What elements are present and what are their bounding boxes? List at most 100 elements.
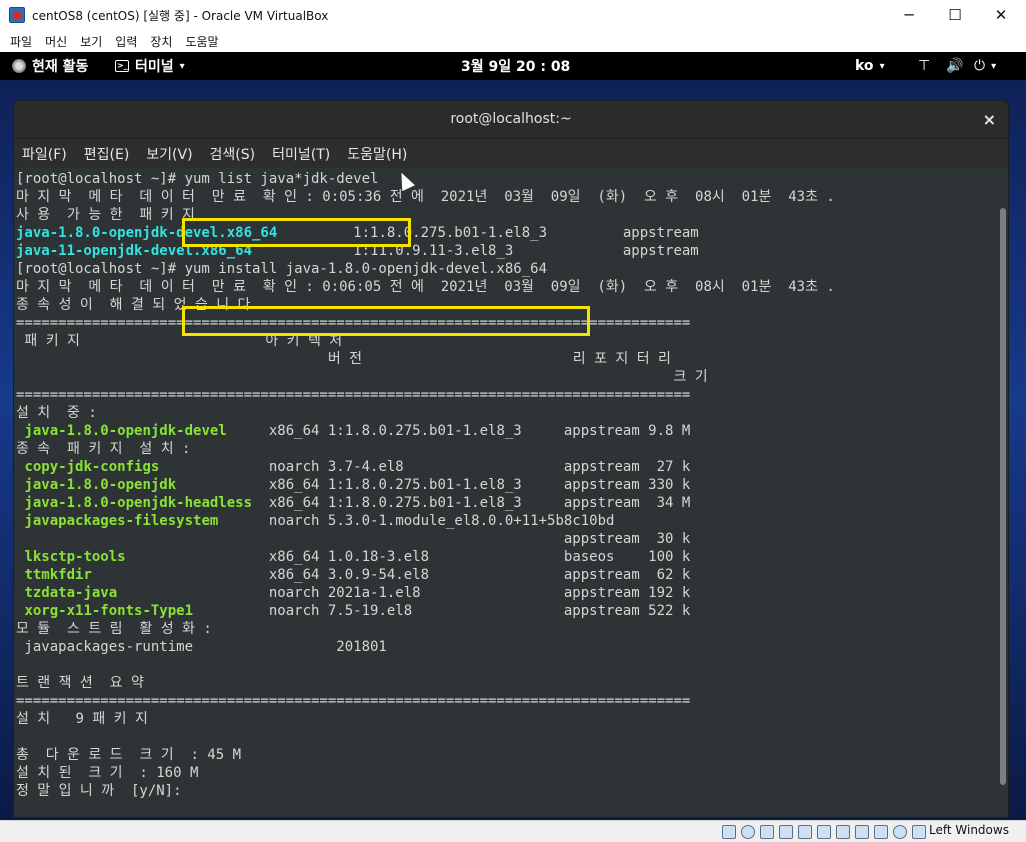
terminal-window[interactable]: root@localhost:~ × 파일(F) 편집(E) 보기(V) 검색(… — [13, 100, 1009, 818]
menu-input[interactable]: 입력 — [115, 33, 137, 50]
menu-view[interactable]: 보기 — [80, 33, 102, 50]
terminal-line: copy-jdk-configs noarch 3.7-4.el8 appstr… — [16, 458, 835, 476]
menu-machine[interactable]: 머신 — [45, 33, 67, 50]
network-adapter-icon[interactable] — [779, 825, 793, 839]
clock[interactable]: 3월 9일 20 : 08 — [461, 52, 570, 80]
terminal-text: x86_64 1:1.8.0.275.b01-1.el8_3 appstream… — [226, 423, 691, 439]
terminal-close-button[interactable]: × — [983, 110, 996, 129]
scrollbar-thumb[interactable] — [1000, 208, 1006, 785]
terminal-text: javapackages-runtime 201801 — [16, 639, 387, 655]
terminal-line: 마 지 막 메 타 데 이 터 만 료 확 인 : 0:05:36 전 에 20… — [16, 188, 835, 206]
terminal-text: 설 치 9 패 키 지 — [16, 711, 148, 727]
app-menu-terminal[interactable]: >_ 터미널 ▾ — [115, 52, 185, 80]
chevron-down-icon: ▾ — [179, 60, 185, 72]
terminal-text: 설 치 된 크 기 : 160 M — [16, 765, 199, 781]
terminal-menubar: 파일(F) 편집(E) 보기(V) 검색(S) 터미널(T) 도움말(H) — [14, 140, 1008, 168]
terminal-line: xorg-x11-fonts-Type1 noarch 7.5-19.el8 a… — [16, 602, 835, 620]
package-name: java-1.8.0-openjdk-devel — [24, 423, 227, 439]
terminal-text: ========================================… — [16, 387, 691, 403]
terminal-line: 정 말 입 니 까 [y/N]: — [16, 782, 835, 800]
terminal-line: lksctp-tools x86_64 1.0.18-3.el8 baseos … — [16, 548, 835, 566]
term-menu-terminal[interactable]: 터미널(T) — [272, 144, 330, 164]
hard-disk-icon[interactable] — [722, 825, 736, 839]
input-method-button[interactable]: ko ▾ — [855, 52, 885, 80]
terminal-line: 총 다 운 로 드 크 기 : 45 M — [16, 746, 835, 764]
terminal-text: 마 지 막 메 타 데 이 터 만 료 확 인 : 0:06:05 전 에 20… — [16, 279, 835, 295]
terminal-line: 사 용 가 능 한 패 키 지 — [16, 206, 835, 224]
recording-icon[interactable] — [855, 825, 869, 839]
terminal-lines: [root@localhost ~]# yum list java*jdk-de… — [16, 170, 835, 800]
terminal-text: noarch 5.3.0-1.module_el8.0.0+11+5b8c10b… — [218, 513, 615, 529]
term-menu-help[interactable]: 도움말(H) — [347, 144, 407, 164]
terminal-text: [root@localhost ~]# yum list java*jdk-de… — [16, 171, 379, 187]
guest-display[interactable]: 현재 활동 >_ 터미널 ▾ 3월 9일 20 : 08 ko ▾ ⊤ 🔊 ⏻ … — [0, 52, 1026, 820]
terminal-title: root@localhost:~ — [450, 111, 572, 127]
terminal-text: 트 랜 잭 션 요 약 — [16, 675, 144, 691]
display-icon[interactable] — [836, 825, 850, 839]
terminal-line: 설 치 중 : — [16, 404, 835, 422]
terminal-line: 종 속 패 키 지 설 치 : — [16, 440, 835, 458]
terminal-text: x86_64 1:1.8.0.275.b01-1.el8_3 appstream… — [176, 477, 691, 493]
host-key-indicator-icon[interactable] — [912, 825, 926, 839]
terminal-line: tzdata-java noarch 2021a-1.el8 appstream… — [16, 584, 835, 602]
terminal-line: 크 기 — [16, 368, 835, 386]
terminal-line: [root@localhost ~]# yum list java*jdk-de… — [16, 170, 835, 188]
package-name: java-1.8.0-openjdk — [24, 477, 177, 493]
terminal-text: 정 말 입 니 까 [y/N]: — [16, 783, 182, 799]
terminal-text: x86_64 1.0.18-3.el8 baseos 100 k — [125, 549, 691, 565]
menu-help[interactable]: 도움말 — [185, 33, 218, 50]
terminal-line: javapackages-runtime 201801 — [16, 638, 835, 656]
terminal-line: appstream 30 k — [16, 530, 835, 548]
terminal-line: java-1.8.0-openjdk-headless x86_64 1:1.8… — [16, 494, 835, 512]
terminal-text: noarch 7.5-19.el8 appstream 522 k — [193, 603, 691, 619]
terminal-text: x86_64 3.0.9-54.el8 appstream 62 k — [91, 567, 691, 583]
term-menu-view[interactable]: 보기(V) — [146, 144, 192, 164]
menu-devices[interactable]: 장치 — [150, 33, 172, 50]
terminal-line: 트 랜 잭 션 요 약 — [16, 674, 835, 692]
highlight-box-list-command — [182, 218, 411, 247]
terminal-line: javapackages-filesystem noarch 5.3.0-1.m… — [16, 512, 835, 530]
shared-folders-icon[interactable] — [817, 825, 831, 839]
terminal-text: 총 다 운 로 드 크 기 : 45 M — [16, 747, 242, 763]
highlight-box-install-command — [182, 306, 590, 336]
term-menu-search[interactable]: 검색(S) — [210, 144, 256, 164]
terminal-line: 설 치 된 크 기 : 160 M — [16, 764, 835, 782]
volume-icon[interactable]: 🔊 — [946, 52, 963, 80]
window-title: centOS8 (centOS) [실행 중] - Oracle VM Virt… — [32, 8, 329, 23]
terminal-output[interactable]: [root@localhost ~]# yum list java*jdk-de… — [14, 168, 998, 817]
network-icon[interactable]: ⊤ — [918, 52, 930, 80]
host-key-label: Left Windows — [929, 823, 1009, 837]
terminal-line: 설 치 9 패 키 지 — [16, 710, 835, 728]
power-icon[interactable]: ⏻ ▾ — [974, 52, 996, 80]
vbox-menubar: 파일 머신 보기 입력 장치 도움말 — [0, 30, 1026, 52]
chevron-down-icon: ▾ — [879, 60, 885, 72]
optical-drive-icon[interactable] — [741, 825, 755, 839]
cpu-icon[interactable] — [893, 825, 907, 839]
minimize-button[interactable]: ─ — [886, 0, 932, 30]
terminal-text: 마 지 막 메 타 데 이 터 만 료 확 인 : 0:05:36 전 에 20… — [16, 189, 835, 205]
terminal-line: 버 전 리 포 지 터 리 — [16, 350, 835, 368]
audio-icon[interactable] — [760, 825, 774, 839]
package-name: copy-jdk-configs — [24, 459, 160, 475]
terminal-line: java-1.8.0-openjdk x86_64 1:1.8.0.275.b0… — [16, 476, 835, 494]
terminal-text: 사 용 가 능 한 패 키 지 — [16, 207, 195, 223]
terminal-text: noarch 2021a-1.el8 appstream 192 k — [117, 585, 691, 601]
usb-icon[interactable] — [798, 825, 812, 839]
mouse-integration-icon[interactable] — [874, 825, 888, 839]
terminal-line: java-11-openjdk-devel.x86_64 1:11.0.9.11… — [16, 242, 835, 260]
close-window-button[interactable]: ✕ — [978, 0, 1024, 30]
term-menu-edit[interactable]: 편집(E) — [84, 144, 130, 164]
term-menu-file[interactable]: 파일(F) — [22, 144, 67, 164]
activities-button[interactable]: 현재 활동 — [12, 52, 88, 80]
terminal-scrollbar[interactable] — [1000, 208, 1006, 785]
terminal-line: ttmkfdir x86_64 3.0.9-54.el8 appstream 6… — [16, 566, 835, 584]
menu-file[interactable]: 파일 — [10, 33, 32, 50]
maximize-button[interactable]: ☐ — [932, 0, 978, 30]
terminal-header[interactable]: root@localhost:~ × — [14, 101, 1008, 139]
package-name: lksctp-tools — [24, 549, 126, 565]
terminal-line: 마 지 막 메 타 데 이 터 만 료 확 인 : 0:06:05 전 에 20… — [16, 278, 835, 296]
input-lang-label: ko — [855, 58, 874, 74]
power-glyph: ⏻ — [974, 58, 986, 74]
terminal-text: x86_64 1:1.8.0.275.b01-1.el8_3 appstream… — [252, 495, 691, 511]
